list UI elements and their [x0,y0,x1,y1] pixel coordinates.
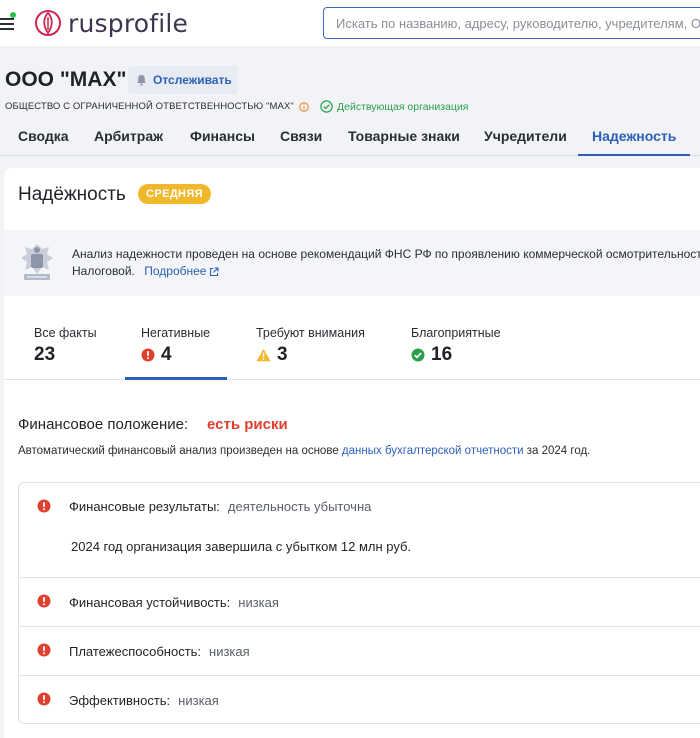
facts-filter-bar: Все факты 23 Негативные 4 Требуют вниман… [4,318,700,380]
check-circle-icon [320,100,333,113]
external-link-icon [210,266,220,276]
reliability-level-badge: СРЕДНЯЯ [138,184,212,204]
logo-text: rusprofile [68,8,189,38]
financial-risk-status: есть риски [207,416,288,433]
tab-connections[interactable]: Связи [280,128,322,144]
tab-trademarks[interactable]: Товарные знаки [348,128,460,144]
filter-positive-label: Благоприятные [411,326,501,340]
filter-all-label: Все факты [34,326,97,340]
check-circle-icon [411,348,425,362]
top-bar: rusprofile [0,0,700,46]
result-label-text: Платежеспособность: [69,644,202,659]
logo-icon [35,10,61,36]
result-label-text: Финансовые результаты: [69,499,220,514]
financial-description: Автоматический финансовый анализ произве… [18,445,590,457]
financial-desc-after: за 2024 год. [526,445,591,457]
error-icon [37,499,51,513]
filter-attention-label: Требуют внимания [256,326,365,340]
result-value: низкая [209,644,250,659]
tab-bar: Сводка Арбитраж Финансы Связи Товарные з… [0,124,700,156]
error-icon [37,594,51,608]
status-text: Действующая организация [337,100,469,113]
bell-icon [137,75,146,86]
notice-text: Анализ надежности проведен на основе рек… [72,246,700,280]
notification-dot [10,12,16,18]
financial-title: Финансовое положение: [18,416,189,433]
list-item[interactable]: Финансовые результаты: деятельность убыто… [19,483,700,578]
follow-label: Отслеживать [153,73,232,87]
tab-summary[interactable]: Сводка [18,128,69,144]
active-tab-indicator [578,154,690,156]
tab-finances[interactable]: Финансы [190,128,255,144]
list-item[interactable]: Эффективность: низкая [19,676,700,724]
logo[interactable]: rusprofile [34,8,188,38]
error-icon [37,692,51,706]
accounting-data-link[interactable]: данных бухгалтерской отчетности [342,445,524,457]
filter-all-count: 23 [34,344,56,365]
notice-line-2: Налоговой. Подробнее [72,263,700,280]
result-value: деятельность убыточна [227,499,372,514]
warning-icon [256,348,271,362]
active-filter-indicator [125,377,227,380]
company-name: ООО "МАХ" [5,68,127,91]
info-icon[interactable] [299,101,309,112]
reliability-card: Надёжность СРЕДНЯЯ Анализ надежности про… [4,168,700,738]
result-label: Платежеспособность: низкая [69,644,250,659]
tab-reliability[interactable]: Надежность [592,128,676,144]
emblem-icon [21,244,53,280]
result-label: Финансовые результаты: деятельность убыто… [69,499,371,514]
company-header: ООО "МАХ" Отслеживать ОБЩЕСТВО С ОГРАНИЧ… [0,46,700,156]
more-link-label: Подробнее [144,264,207,278]
error-icon [37,643,51,657]
status-badge: Действующая организация [320,100,468,113]
filter-positive-count: 16 [431,344,453,365]
result-label: Финансовая устойчивость: низкая [69,595,279,610]
list-item[interactable]: Финансовая устойчивость: низкая [19,578,700,627]
follow-button[interactable]: Отслеживать [128,66,238,94]
legal-name: ОБЩЕСТВО С ОГРАНИЧЕННОЙ ОТВЕТСТВЕННОСТЬЮ… [5,101,309,112]
notice-line-1: Анализ надежности проведен на основе рек… [72,247,700,261]
result-label-text: Эффективность: [69,693,171,708]
filter-attention-count: 3 [277,344,288,365]
more-link[interactable]: Подробнее [144,263,220,280]
filter-attention[interactable]: Требуют внимания 3 [256,326,365,366]
result-value: низкая [238,595,279,610]
financial-results-list: Финансовые результаты: деятельность убыто… [18,482,700,724]
filter-all[interactable]: Все факты 23 [34,326,97,366]
filter-negative-label: Негативные [141,326,211,340]
result-value: низкая [178,693,219,708]
result-detail: 2024 год организация завершила с убытком… [71,539,412,554]
search-box[interactable] [323,7,700,39]
section-title: Надёжность [18,184,126,205]
fns-notice: Анализ надежности проведен на основе рек… [4,230,700,296]
error-icon [141,348,155,362]
filter-positive[interactable]: Благоприятные 16 [411,326,501,366]
menu-icon[interactable] [0,12,16,30]
list-item[interactable]: Платежеспособность: низкая [19,627,700,676]
search-input[interactable] [324,8,700,38]
financial-desc-before: Автоматический финансовый анализ произве… [18,445,339,457]
filter-negative-count-row: 4 [141,344,210,366]
result-label: Эффективность: низкая [69,693,219,708]
filter-negative-count: 4 [161,344,172,365]
legal-name-text: ОБЩЕСТВО С ОГРАНИЧЕННОЙ ОТВЕТСТВЕННОСТЬЮ… [5,101,294,112]
notice-line-2-text: Налоговой. [72,264,135,278]
result-label-text: Финансовая устойчивость: [69,595,231,610]
filter-attention-count-row: 3 [256,344,365,366]
filter-positive-count-row: 16 [411,344,501,366]
tab-founders[interactable]: Учредители [484,128,567,144]
tab-arbitration[interactable]: Арбитраж [94,128,163,144]
filter-negative[interactable]: Негативные 4 [141,326,210,366]
